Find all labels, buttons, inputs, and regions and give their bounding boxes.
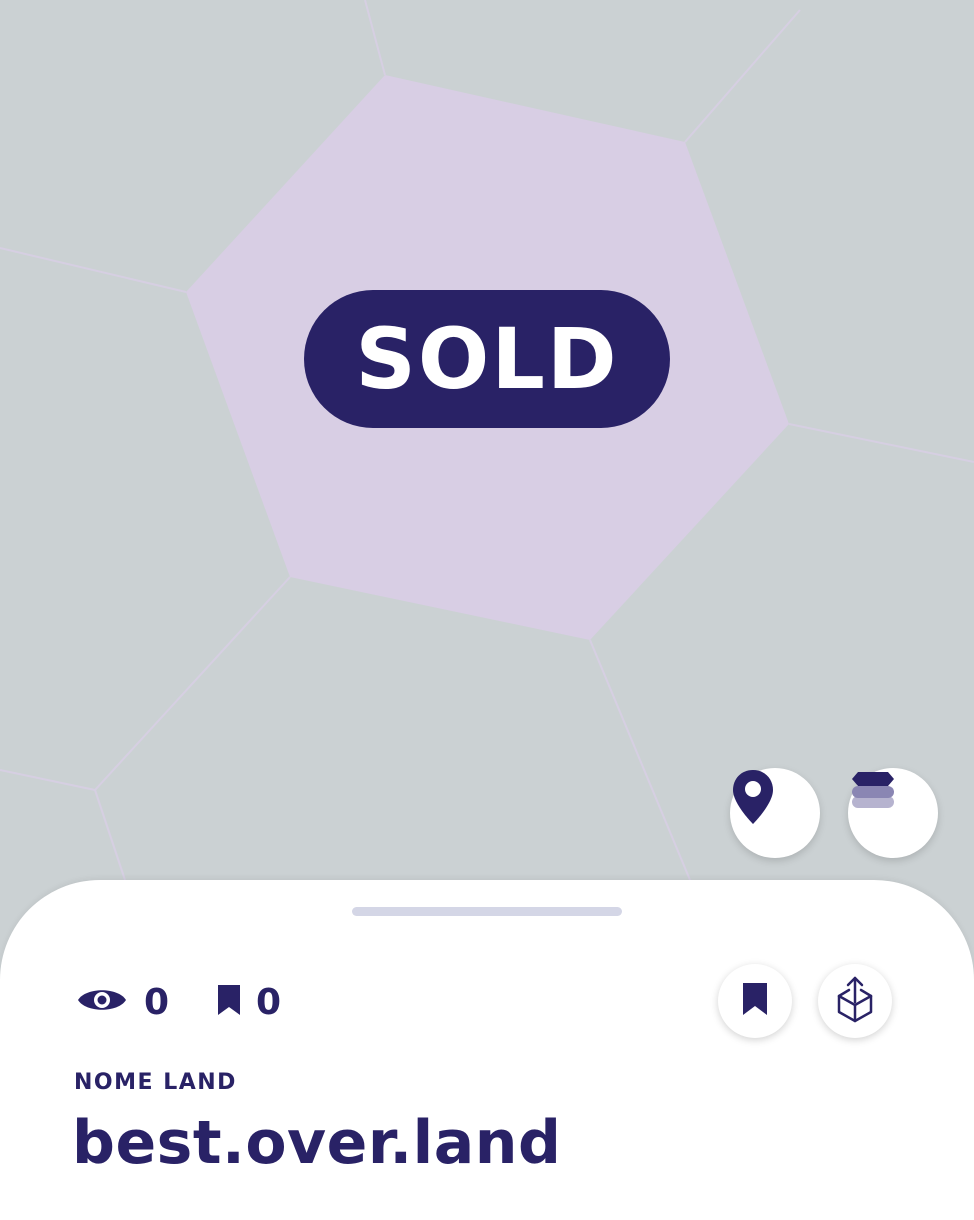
item-title: best.over.land bbox=[72, 1108, 562, 1178]
bookmark-button[interactable] bbox=[718, 964, 792, 1038]
bookmarks-count: 0 bbox=[256, 982, 282, 1023]
parcel-grid bbox=[0, 0, 974, 881]
map-view[interactable]: SOLD bbox=[0, 0, 974, 960]
views-count: 0 bbox=[144, 982, 170, 1023]
eye-icon bbox=[76, 983, 128, 1022]
layers-button[interactable] bbox=[848, 768, 938, 858]
location-button[interactable] bbox=[730, 768, 820, 858]
item-category: NOME LAND bbox=[74, 1070, 237, 1095]
share-button[interactable] bbox=[818, 964, 892, 1038]
bookmark-icon bbox=[741, 981, 769, 1022]
bookmarks-stat: 0 bbox=[216, 982, 281, 1023]
bookmark-icon bbox=[216, 983, 242, 1022]
share-icon bbox=[835, 974, 875, 1029]
sold-badge: SOLD bbox=[304, 290, 670, 428]
sheet-drag-handle[interactable] bbox=[352, 907, 622, 916]
views-stat: 0 bbox=[76, 982, 169, 1023]
detail-sheet: 0 0 NOME LAND best.over.land bbox=[0, 880, 974, 1220]
